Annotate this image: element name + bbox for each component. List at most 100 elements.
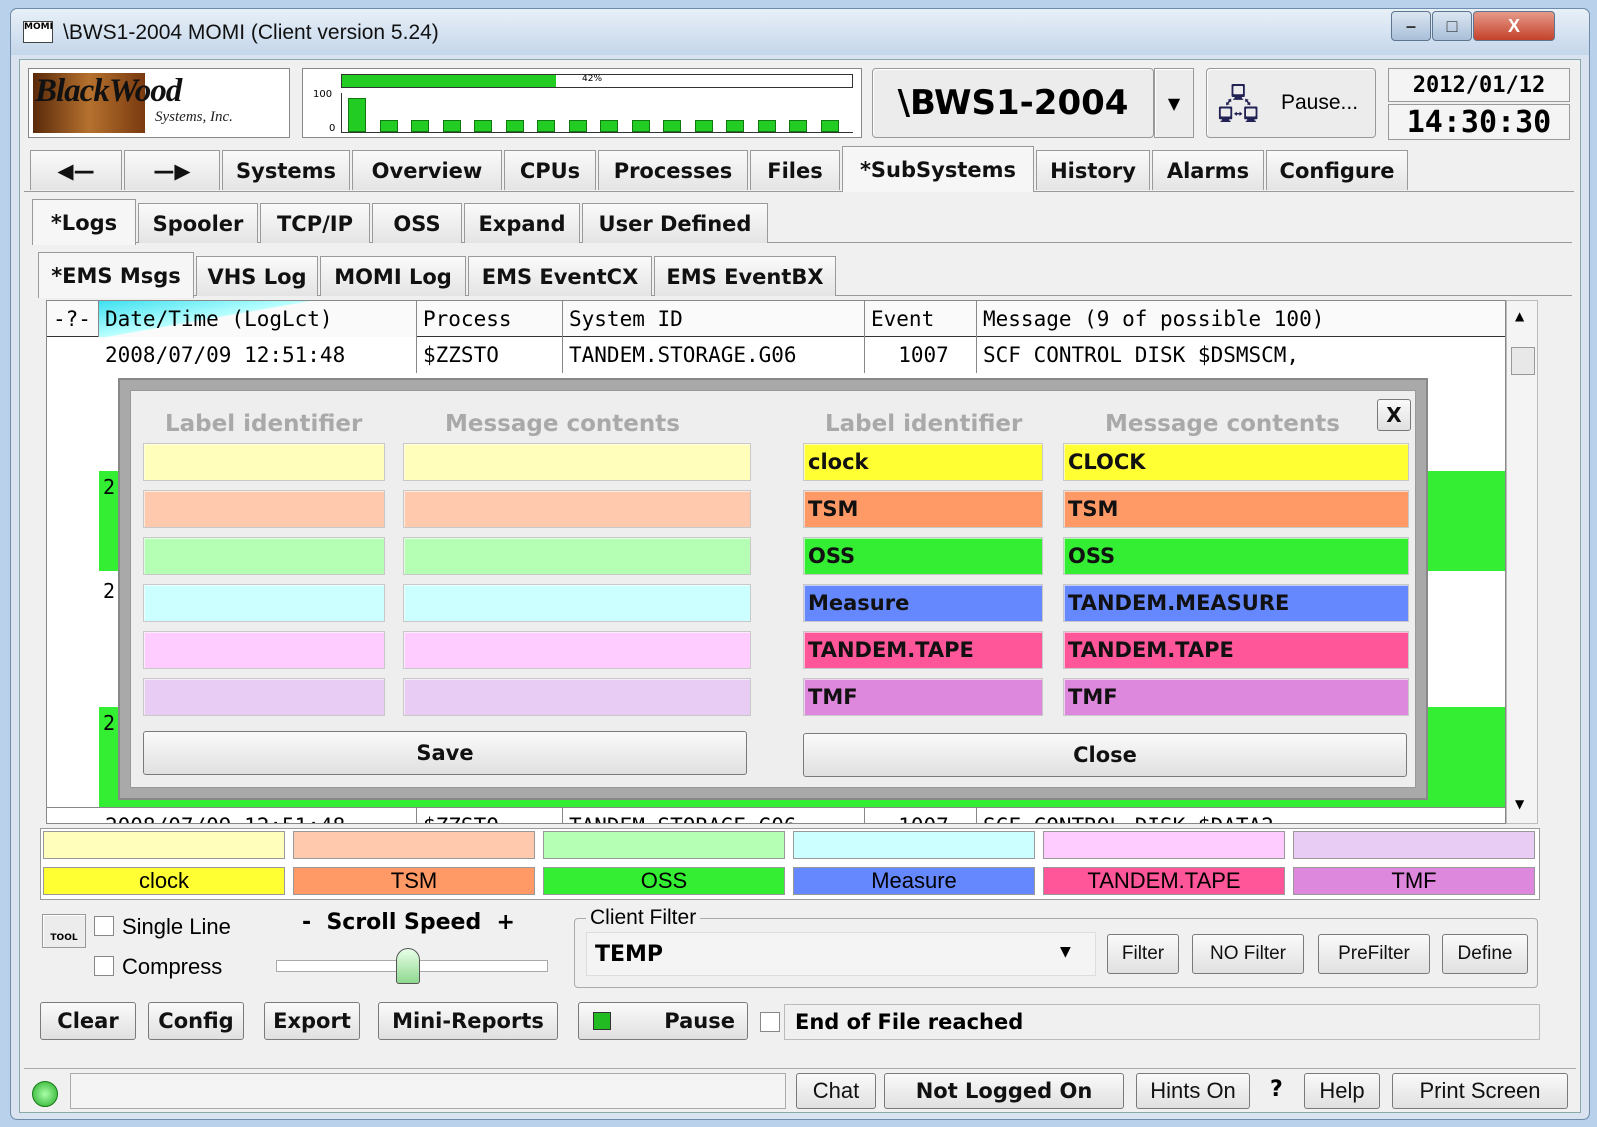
close-button[interactable]: Close xyxy=(803,733,1407,777)
config-button[interactable]: Config xyxy=(148,1002,244,1040)
label-identifier-input[interactable] xyxy=(143,490,385,528)
pause-button[interactable]: Pause xyxy=(578,1002,748,1040)
maximize-button[interactable]: □ xyxy=(1432,11,1472,41)
label-identifier-input-tmf[interactable]: TMF xyxy=(803,678,1043,716)
label-identifier-input-tandem-tape[interactable]: TANDEM.TAPE xyxy=(803,631,1043,669)
message-contents-input-tmf[interactable]: TMF xyxy=(1063,678,1409,716)
help-button[interactable]: Help xyxy=(1304,1073,1380,1109)
hints-button[interactable]: Hints On xyxy=(1136,1073,1250,1109)
legend-tmf: TMF xyxy=(1293,867,1535,895)
prefilter-button[interactable]: PreFilter xyxy=(1318,934,1430,974)
system-dropdown-arrow-icon[interactable]: ▼ xyxy=(1154,68,1194,138)
label-identifier-input-measure[interactable]: Measure xyxy=(803,584,1043,622)
scroll-speed-thumb[interactable] xyxy=(396,948,420,984)
label-identifier-input-clock[interactable]: clock xyxy=(803,443,1043,481)
export-button[interactable]: Export xyxy=(264,1002,360,1040)
scroll-down-icon[interactable]: ▼ xyxy=(1515,797,1524,811)
label-identifier-input-tsm[interactable]: TSM xyxy=(803,490,1043,528)
tab-user-defined[interactable]: User Defined xyxy=(582,203,768,243)
tab-cpus[interactable]: CPUs xyxy=(504,150,596,190)
message-contents-input-tandem-tape[interactable]: TANDEM.TAPE xyxy=(1063,631,1409,669)
clear-button[interactable]: Clear xyxy=(40,1002,136,1040)
tab-logs[interactable]: *Logs xyxy=(32,199,136,245)
message-contents-input[interactable] xyxy=(403,631,751,669)
gauge-bar xyxy=(474,120,492,132)
single-line-checkbox[interactable] xyxy=(94,916,114,936)
question-icon[interactable]: ? xyxy=(1270,1077,1283,1102)
app-window: MOMI \BWS1-2004 MOMI (Client version 5.2… xyxy=(10,8,1590,1120)
client-filter-input[interactable]: TEMP xyxy=(586,932,1096,976)
tab-expand[interactable]: Expand xyxy=(464,203,580,243)
message-contents-input-measure[interactable]: TANDEM.MEASURE xyxy=(1063,584,1409,622)
col-header-datetime[interactable]: Date/Time (LogLct) xyxy=(99,301,417,337)
label-identifier-input[interactable] xyxy=(143,443,385,481)
define-button[interactable]: Define xyxy=(1442,934,1528,974)
print-screen-button[interactable]: Print Screen xyxy=(1392,1073,1568,1109)
gauge-bar xyxy=(726,120,744,132)
back-button[interactable]: ◀— xyxy=(30,150,122,190)
pause-refresh-button[interactable]: 🖧 Pause... xyxy=(1206,68,1376,138)
tab-ems-eventbx[interactable]: EMS EventBX xyxy=(654,256,836,296)
tab-systems[interactable]: Systems xyxy=(222,150,350,190)
label-identifier-input[interactable] xyxy=(143,537,385,575)
tab-alarms[interactable]: Alarms xyxy=(1152,150,1264,190)
table-scrollbar[interactable]: ▲ ▼ xyxy=(1506,300,1538,824)
label-identifier-input-oss[interactable]: OSS xyxy=(803,537,1043,575)
col-header-system-id[interactable]: System ID xyxy=(563,301,865,337)
scroll-up-icon[interactable]: ▲ xyxy=(1515,309,1524,323)
legend-tandem-tape: TANDEM.TAPE xyxy=(1043,867,1285,895)
legend-swatch xyxy=(1043,831,1285,859)
client-area: BlackWood Systems, Inc. 42% 100 0 \BWS1-… xyxy=(19,59,1581,1113)
message-contents-input[interactable] xyxy=(403,584,751,622)
message-contents-input-tsm[interactable]: TSM xyxy=(1063,490,1409,528)
table-row[interactable]: 2008/07/09 12:51:48 $ZZSTO TANDEM.STORAG… xyxy=(47,337,1505,375)
mini-reports-button[interactable]: Mini-Reports xyxy=(378,1002,558,1040)
tab-configure[interactable]: Configure xyxy=(1266,150,1408,190)
tab-files[interactable]: Files xyxy=(750,150,840,190)
message-contents-input-oss[interactable]: OSS xyxy=(1063,537,1409,575)
save-button[interactable]: Save xyxy=(143,731,747,775)
label-identifier-input[interactable] xyxy=(143,584,385,622)
cpu-gauge-bar: 42% xyxy=(341,74,853,88)
tab-vhs-log[interactable]: VHS Log xyxy=(196,256,318,296)
dialog-header-label-left: Label identifier xyxy=(165,411,363,437)
tab-momi-log[interactable]: MOMI Log xyxy=(320,256,466,296)
col-header-message[interactable]: Message (9 of possible 100) xyxy=(977,301,1505,337)
col-header-event[interactable]: Event xyxy=(865,301,977,337)
label-identifier-input[interactable] xyxy=(143,678,385,716)
tab-history[interactable]: History xyxy=(1036,150,1150,190)
tool-button[interactable]: TOOL xyxy=(42,914,86,948)
row-partial: 2 xyxy=(103,579,116,603)
table-row[interactable]: 2008/07/09 12:51:48 $ZZSTO TANDEM.STORAG… xyxy=(47,807,1505,823)
login-button[interactable]: Not Logged On xyxy=(884,1073,1124,1109)
gauge-bar xyxy=(600,120,618,132)
chat-button[interactable]: Chat xyxy=(796,1073,876,1109)
close-window-button[interactable]: X xyxy=(1473,11,1555,41)
tab-ems-msgs[interactable]: *EMS Msgs xyxy=(38,252,194,298)
tab-oss[interactable]: OSS xyxy=(372,203,462,243)
message-contents-input[interactable] xyxy=(403,537,751,575)
filter-button[interactable]: Filter xyxy=(1107,934,1179,974)
minimize-button[interactable]: – xyxy=(1391,11,1431,41)
dialog-close-x-button[interactable]: X xyxy=(1377,399,1411,431)
filter-dropdown-icon[interactable]: ▼ xyxy=(1060,944,1071,960)
scroll-thumb[interactable] xyxy=(1511,347,1535,375)
tab-subsystems[interactable]: *SubSystems xyxy=(842,146,1034,192)
col-header-flag[interactable]: -?- xyxy=(47,301,99,337)
title-bar: MOMI \BWS1-2004 MOMI (Client version 5.2… xyxy=(11,9,1589,55)
eof-checkbox[interactable] xyxy=(760,1012,780,1032)
tab-spooler[interactable]: Spooler xyxy=(138,203,258,243)
message-contents-input[interactable] xyxy=(403,490,751,528)
tab-ems-eventcx[interactable]: EMS EventCX xyxy=(468,256,652,296)
message-contents-input[interactable] xyxy=(403,678,751,716)
tab-overview[interactable]: Overview xyxy=(352,150,502,190)
message-contents-input[interactable] xyxy=(403,443,751,481)
label-identifier-input[interactable] xyxy=(143,631,385,669)
tab-processes[interactable]: Processes xyxy=(598,150,748,190)
message-contents-input-clock[interactable]: CLOCK xyxy=(1063,443,1409,481)
forward-button[interactable]: —▶ xyxy=(124,150,220,190)
tab-tcpip[interactable]: TCP/IP xyxy=(260,203,370,243)
col-header-process[interactable]: Process xyxy=(417,301,563,337)
compress-checkbox[interactable] xyxy=(94,956,114,976)
no-filter-button[interactable]: NO Filter xyxy=(1192,934,1304,974)
